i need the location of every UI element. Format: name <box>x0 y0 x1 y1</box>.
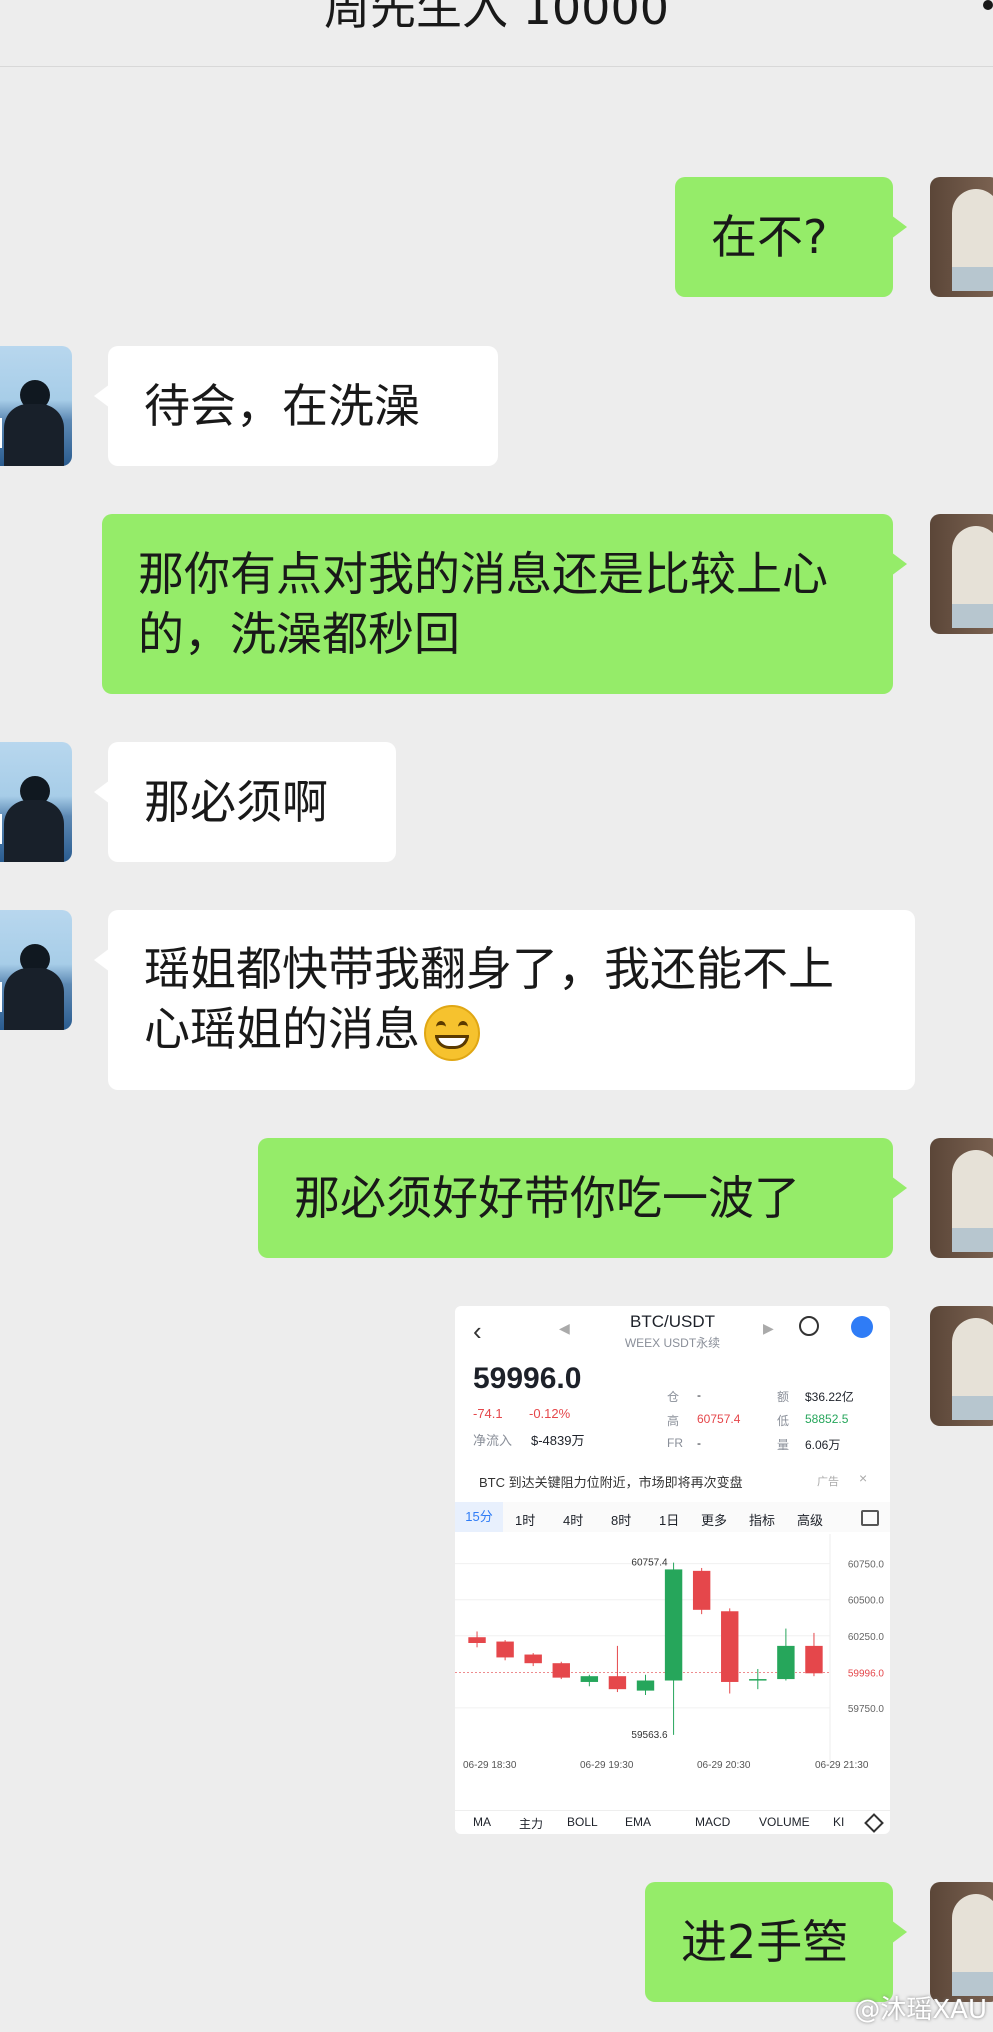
high-value: 60757.4 <box>697 1412 741 1426</box>
interval-tabs: 15分 1时 4时 8时 1日 更多 指标 高级 <box>455 1502 890 1532</box>
close-icon: × <box>859 1470 868 1486</box>
candle-body <box>636 1680 655 1691</box>
tab-15m: 15分 <box>455 1502 503 1532</box>
message-text: 那必须好好带你吃一波了 <box>294 1171 800 1225</box>
indicator-main: 主力 <box>519 1817 544 1831</box>
message-text: 瑶姐都快带我翻身了，我还能不上心瑶姐的消息 <box>144 939 879 1061</box>
max-annotation: 60757.4 <box>631 1558 668 1569</box>
y-tick-label: 60750.0 <box>848 1560 885 1571</box>
chat-title: 周先生入 10000 <box>324 0 669 35</box>
netflow-value: $-4839万 <box>531 1433 585 1448</box>
my-avatar[interactable] <box>930 1138 993 1258</box>
candlestick-chart: 60750.0 60500.0 60250.0 59750.0 59996.0 60757… <box>455 1534 885 1771</box>
my-avatar[interactable] <box>930 177 993 297</box>
my-avatar[interactable] <box>930 514 993 634</box>
indicator-ki: KI <box>833 1815 845 1829</box>
my-avatar[interactable] <box>930 1306 993 1426</box>
candle-body <box>777 1645 795 1680</box>
candle-body <box>468 1637 486 1643</box>
message-text: 在不? <box>711 210 828 264</box>
contact-avatar[interactable] <box>0 742 72 862</box>
y-tick-label: 60500.0 <box>848 1596 885 1607</box>
high-label: 高 <box>667 1414 680 1428</box>
x-tick-label: 06-29 18:30 <box>463 1760 517 1771</box>
indicator-volume: VOLUME <box>759 1815 810 1829</box>
price-change-pct: -0.12% <box>529 1406 571 1421</box>
vol-label: 量 <box>777 1438 790 1452</box>
indicator-ema: EMA <box>625 1815 652 1829</box>
candle-body <box>608 1676 627 1690</box>
candle-body <box>496 1641 514 1658</box>
indicator-boll: BOLL <box>567 1815 598 1829</box>
candle-body <box>524 1654 542 1664</box>
my-avatar[interactable] <box>930 1882 993 2002</box>
contact-avatar[interactable] <box>0 346 72 466</box>
candle-body <box>805 1645 823 1674</box>
tab-1h: 1时 <box>515 1513 536 1528</box>
y-tick-label: 60250.0 <box>848 1632 885 1643</box>
fr-label: FR <box>667 1436 683 1450</box>
message-text: 那你有点对我的消息还是比较上心的，洗澡都秒回 <box>138 547 828 661</box>
amount-label: 额 <box>777 1390 790 1404</box>
last-price: 59996.0 <box>473 1362 582 1395</box>
message-bubble[interactable]: 那你有点对我的消息还是比较上心的，洗澡都秒回 <box>102 514 907 694</box>
current-price-label: 59996.0 <box>848 1668 885 1679</box>
chat-title-bar: 周先生入 10000 <box>0 0 993 67</box>
tab-1d: 1日 <box>659 1513 680 1528</box>
indicator-bar: MA 主力 BOLL EMA MACD VOLUME KI <box>455 1810 890 1834</box>
candle-body <box>580 1676 599 1682</box>
image-message-trading-screenshot[interactable]: ‹ ◀ BTC/USDT WEEX USDT永续 ▶ 59996.0 -74.1… <box>455 1306 890 1834</box>
message-text: 那必须啊 <box>144 775 328 829</box>
vol-value: 6.06万 <box>805 1438 841 1452</box>
tab-advanced: 高级 <box>797 1513 824 1528</box>
chart-settings-icon <box>861 1510 879 1526</box>
low-value: 58852.5 <box>805 1412 849 1426</box>
message-text: 待会，在洗澡 <box>144 379 420 433</box>
next-pair-icon: ▶ <box>763 1320 774 1336</box>
message-bubble[interactable]: 进2手箜 <box>645 1882 907 2002</box>
netflow-label: 净流入 <box>473 1433 513 1448</box>
grinning-face-icon <box>424 1004 480 1061</box>
message-bubble[interactable]: 那必须啊 <box>94 742 396 862</box>
search-icon <box>799 1316 819 1336</box>
y-tick-label: 59750.0 <box>848 1704 885 1715</box>
cang-label: 仓 <box>667 1390 680 1404</box>
pair-subtitle: WEEX USDT永续 <box>624 1336 721 1350</box>
low-label: 低 <box>777 1414 790 1428</box>
more-icon[interactable] <box>983 0 993 10</box>
min-annotation: 59563.6 <box>631 1730 668 1741</box>
draw-tool-icon <box>864 1813 884 1833</box>
message-bubble[interactable]: 待会，在洗澡 <box>94 346 498 466</box>
indicator-ma: MA <box>473 1815 491 1829</box>
bot-icon <box>851 1316 873 1338</box>
tab-4h: 4时 <box>563 1513 584 1528</box>
candle-body <box>664 1569 683 1681</box>
candle-body <box>552 1663 570 1678</box>
candle-body <box>749 1679 767 1681</box>
pair-title: BTC/USDT <box>630 1312 715 1331</box>
x-tick-label: 06-29 19:30 <box>580 1760 634 1771</box>
cang-value: - <box>697 1388 701 1402</box>
fr-value: - <box>697 1436 701 1450</box>
message-text: 进2手箜 <box>681 1915 849 1969</box>
tab-8h: 8时 <box>611 1513 632 1528</box>
amount-value: $36.22亿 <box>805 1390 854 1404</box>
tab-more: 更多 <box>701 1513 728 1528</box>
message-bubble[interactable]: 瑶姐都快带我翻身了，我还能不上心瑶姐的消息 <box>94 910 915 1090</box>
price-change: -74.1 <box>473 1406 503 1421</box>
candle-body <box>721 1611 739 1682</box>
x-tick-label: 06-29 20:30 <box>697 1760 751 1771</box>
ad-label: 广告 <box>817 1476 839 1488</box>
candle-body <box>692 1570 711 1610</box>
message-bubble[interactable]: 在不? <box>675 177 907 297</box>
tab-indicators: 指标 <box>749 1513 776 1528</box>
contact-avatar[interactable] <box>0 910 72 1030</box>
x-tick-label: 06-29 21:30 <box>815 1760 869 1771</box>
indicator-macd: MACD <box>695 1815 731 1829</box>
news-ticker: BTC 到达关键阻力位附近，市场即将再次变盘 <box>479 1475 743 1490</box>
watermark: @沐瑶XAU <box>854 1995 987 2025</box>
message-bubble[interactable]: 那必须好好带你吃一波了 <box>258 1138 907 1258</box>
